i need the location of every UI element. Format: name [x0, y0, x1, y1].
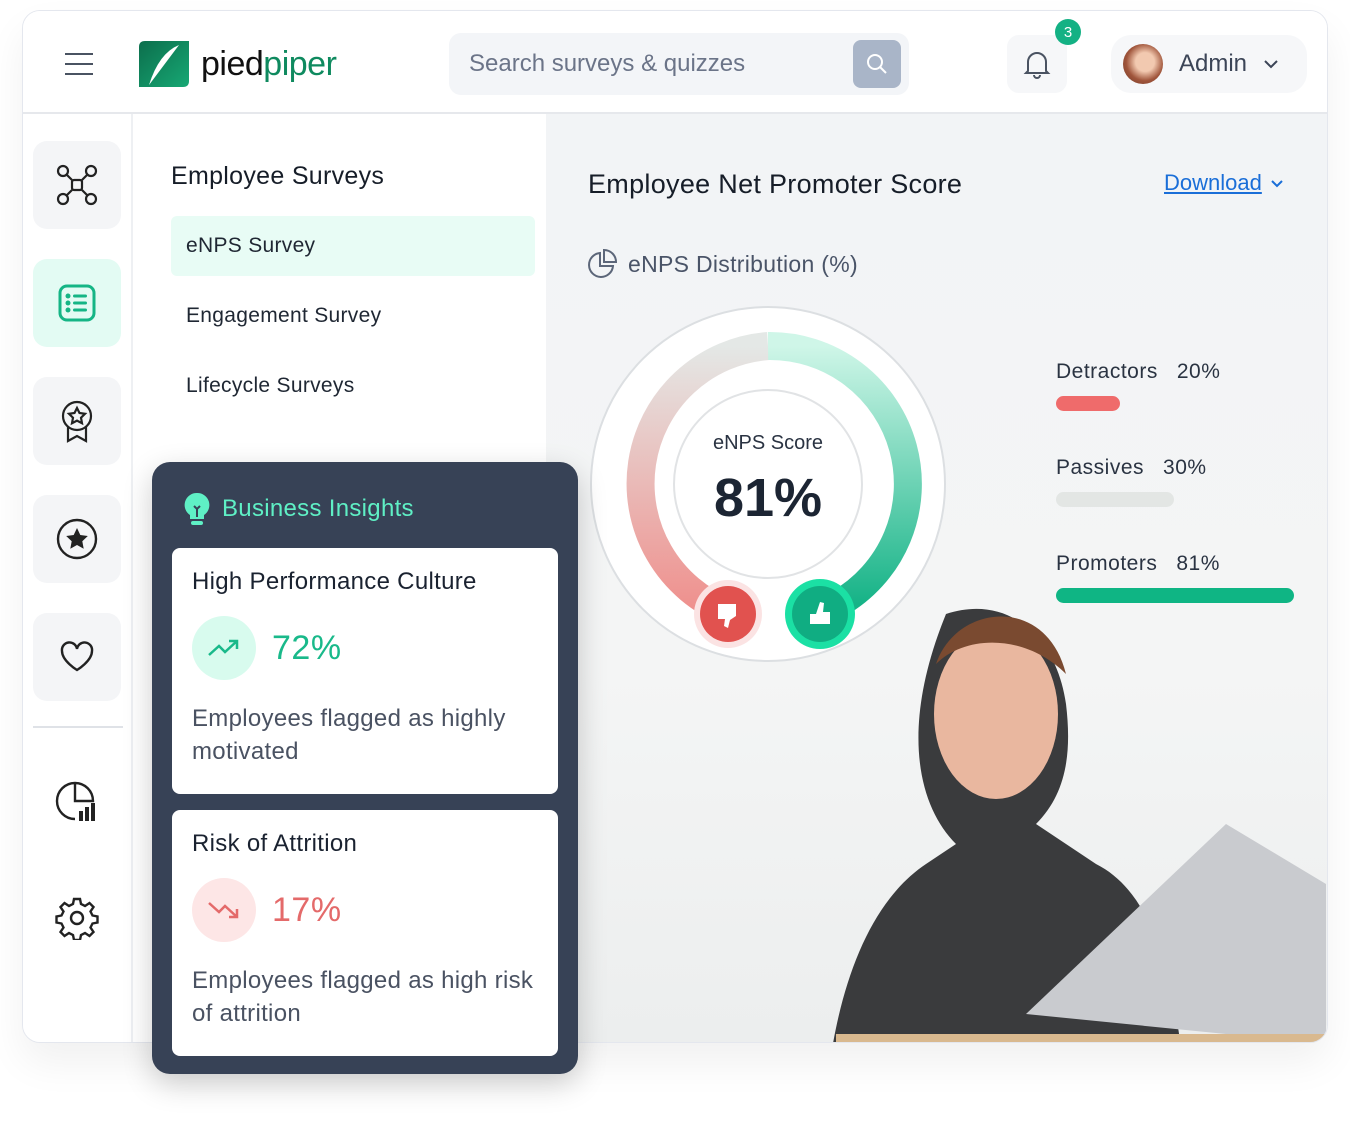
- thumbs-down-icon: [694, 580, 762, 648]
- brand-part1: pied: [201, 44, 264, 83]
- submenu-item-lifecycle[interactable]: Lifecycle Surveys: [171, 356, 535, 416]
- rail-divider: [33, 726, 123, 728]
- brand-part2: piper: [263, 44, 337, 83]
- business-insights-panel: Business Insights High Performance Cultu…: [152, 462, 578, 1074]
- submenu-item-engagement[interactable]: Engagement Survey: [171, 286, 535, 346]
- rail-analytics[interactable]: [33, 757, 121, 845]
- distribution-label: eNPS Distribution (%): [628, 250, 858, 277]
- network-icon: [56, 164, 98, 206]
- chevron-down-icon: [1264, 60, 1278, 69]
- search-button[interactable]: [853, 40, 901, 88]
- legend-name: Passives: [1056, 456, 1145, 479]
- user-name: Admin: [1179, 50, 1248, 77]
- notifications-button[interactable]: [1007, 35, 1067, 93]
- heart-icon: [60, 641, 94, 672]
- trend-up-icon: [192, 616, 256, 680]
- insight-value: 72%: [272, 628, 342, 667]
- legend-detractors: Detractors 20%: [1056, 360, 1220, 411]
- rail-settings[interactable]: [33, 874, 121, 962]
- download-label: Download: [1164, 170, 1262, 195]
- notification-badge: 3: [1055, 19, 1081, 45]
- search-input[interactable]: [469, 33, 829, 95]
- menu-icon[interactable]: [65, 53, 93, 83]
- insight-description: Employees flagged as high risk of attrit…: [192, 967, 534, 1027]
- main-panel: Employee Net Promoter Score Download eNP…: [546, 114, 1327, 1042]
- avatar: [1123, 44, 1163, 84]
- legend-promoters: Promoters 81%: [1056, 552, 1294, 603]
- user-menu[interactable]: Admin: [1111, 35, 1307, 93]
- legend-value: 30%: [1163, 456, 1207, 479]
- analytics-icon: [55, 781, 95, 821]
- gauge-value: 81%: [714, 468, 822, 528]
- search-icon: [867, 54, 887, 74]
- insight-value: 17%: [272, 890, 342, 929]
- insights-title: Business Insights: [222, 495, 414, 522]
- promoters-bar: [1056, 588, 1294, 603]
- pie-chart-icon: [588, 248, 618, 278]
- rail-favorites[interactable]: [33, 495, 121, 583]
- insights-header: Business Insights: [184, 492, 414, 526]
- bell-icon: [1023, 52, 1051, 79]
- trend-down-icon: [192, 878, 256, 942]
- search-bar: [449, 33, 909, 95]
- settings-icon: [55, 897, 99, 940]
- logo-icon: [139, 41, 189, 87]
- passives-bar: [1056, 492, 1174, 507]
- gauge-label: eNPS Score: [713, 432, 823, 454]
- insight-title: High Performance Culture: [192, 568, 477, 595]
- legend-name: Detractors: [1056, 360, 1158, 383]
- submenu-item-enps[interactable]: eNPS Survey: [171, 216, 535, 276]
- lightbulb-icon: [184, 492, 210, 525]
- detractors-bar: [1056, 396, 1120, 411]
- thumbs-up-icon: [785, 579, 855, 649]
- rail-network[interactable]: [33, 141, 121, 229]
- legend-name: Promoters: [1056, 552, 1158, 575]
- insight-card-attrition[interactable]: Risk of Attrition 17% Employees flagged …: [172, 810, 558, 1056]
- legend-value: 81%: [1176, 552, 1220, 575]
- insight-card-performance[interactable]: High Performance Culture 72% Employees f…: [172, 548, 558, 794]
- submenu-title: Employee Surveys: [171, 162, 385, 190]
- rail-surveys[interactable]: [33, 259, 121, 347]
- award-badge-icon: [61, 400, 93, 443]
- insight-title: Risk of Attrition: [192, 830, 358, 857]
- download-button[interactable]: Download: [1164, 170, 1284, 196]
- icon-rail: [23, 114, 133, 1042]
- page-title: Employee Net Promoter Score: [588, 169, 963, 199]
- star-circle-icon: [56, 518, 98, 560]
- distribution-heading: eNPS Distribution (%): [586, 248, 858, 280]
- logo[interactable]: piedpiper: [139, 41, 337, 87]
- survey-list-icon: [58, 284, 96, 322]
- enps-gauge: eNPS Score 81%: [590, 306, 946, 662]
- rail-wellbeing[interactable]: [33, 613, 121, 701]
- insight-description: Employees flagged as highly motivated: [192, 705, 506, 765]
- legend-passives: Passives 30%: [1056, 456, 1207, 507]
- header: piedpiper 3 Admin: [23, 11, 1327, 114]
- legend-value: 20%: [1176, 360, 1221, 383]
- rail-awards[interactable]: [33, 377, 121, 465]
- chevron-down-icon: [1271, 179, 1283, 187]
